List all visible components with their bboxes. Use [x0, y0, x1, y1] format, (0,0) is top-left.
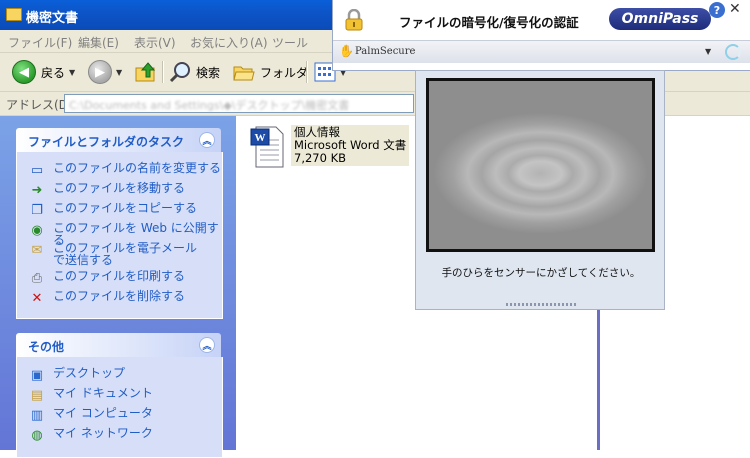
task-label: このファイルを削除する — [53, 289, 186, 303]
menu-edit[interactable]: 編集(E) — [78, 34, 119, 51]
task-move[interactable]: ➜ このファイルを移動する — [29, 182, 185, 198]
back-button[interactable]: ◀ 戻る ▼ — [12, 59, 75, 85]
forward-button[interactable]: ▶ ▼ — [88, 59, 122, 85]
forward-dropdown-icon[interactable]: ▼ — [116, 68, 122, 77]
omnipass-dialog-header: ファイルの暗号化/復号化の認証 OmniPass ? ✕ ✋ PalmSecur… — [332, 0, 750, 71]
up-folder-icon — [135, 62, 156, 82]
place-desktop[interactable]: ▣ デスクトップ — [29, 367, 125, 383]
task-label: このファイルを電子メールで送信する — [53, 241, 198, 267]
omnipass-brand: OmniPass — [621, 11, 699, 27]
sensor-dropdown-icon[interactable]: ▼ — [705, 47, 711, 56]
task-label: このファイルを印刷する — [53, 269, 186, 283]
menu-tools[interactable]: ツール — [272, 34, 308, 51]
toolbar-separator — [162, 61, 164, 83]
palm-scan-preview — [426, 78, 655, 252]
search-button[interactable]: 検索 — [168, 59, 220, 85]
task-label: このファイルをコピーする — [53, 201, 198, 215]
address-label: アドレス(D) — [6, 98, 73, 112]
progress-spinner-icon — [725, 44, 741, 60]
delete-icon: ✕ — [31, 290, 43, 306]
resize-grip[interactable] — [506, 303, 576, 306]
copy-icon: ❐ — [31, 202, 43, 218]
task-rename[interactable]: ▭ このファイルの名前を変更する — [29, 162, 221, 178]
forward-arrow-icon: ▶ — [88, 60, 112, 84]
padlock-icon — [345, 9, 363, 31]
file-size: 7,270 KB — [294, 151, 347, 165]
my-network-icon: ◍ — [31, 427, 43, 443]
scan-instruction: 手のひらをセンサーにかざしてください。 — [441, 267, 641, 279]
menu-file[interactable]: ファイル(F) — [8, 34, 72, 51]
place-my-documents[interactable]: ▤ マイ ドキュメント — [29, 387, 153, 403]
place-my-computer[interactable]: ▥ マイ コンピュータ — [29, 407, 153, 423]
other-places-title: その他 — [28, 340, 65, 354]
task-label: このファイルの名前を変更する — [53, 161, 222, 175]
sensor-selector[interactable]: ✋ PalmSecure ▼ — [333, 40, 750, 63]
rename-icon: ▭ — [30, 162, 44, 178]
other-places-panel: ▣ デスクトップ ▤ マイ ドキュメント ▥ マイ コンピュータ ◍ マイ ネットワーク — [16, 357, 223, 458]
word-document-icon: W — [250, 126, 284, 168]
place-my-network[interactable]: ◍ マイ ネットワーク — [29, 427, 153, 443]
toolbar-separator — [306, 61, 308, 83]
web-publish-icon: ◉ — [31, 222, 43, 238]
place-label: マイ ドキュメント — [53, 386, 153, 400]
collapse-chevron-icon[interactable]: ︽ — [199, 132, 215, 148]
place-label: マイ ネットワーク — [53, 426, 153, 440]
folders-button[interactable]: フォルダ — [232, 59, 308, 85]
menu-view[interactable]: 表示(V) — [134, 34, 176, 51]
window-title: 機密文書 — [26, 11, 79, 26]
back-dropdown-icon[interactable]: ▼ — [69, 68, 75, 77]
task-print[interactable]: ⎙ このファイルを印刷する — [29, 270, 185, 286]
palm-icon: ✋ — [339, 44, 354, 58]
file-folder-tasks-panel: ▭ このファイルの名前を変更する ➜ このファイルを移動する ❐ このファイルをコピー… — [16, 152, 223, 319]
collapse-chevron-icon[interactable]: ︽ — [199, 337, 215, 353]
up-folder-button[interactable] — [134, 59, 158, 85]
omnipass-title: ファイルの暗号化/復号化の認証 — [399, 15, 579, 30]
scan-image — [429, 81, 652, 249]
address-value: C:\Documents and Settings\◆\デスクトップ\機密文書 — [69, 99, 350, 112]
search-icon — [169, 62, 190, 83]
file-label: 個人情報 Microsoft Word 文書 7,270 KB — [291, 125, 410, 166]
back-arrow-icon: ◀ — [12, 60, 36, 84]
move-icon: ➜ — [31, 182, 43, 198]
close-icon[interactable]: ✕ — [729, 1, 741, 17]
print-icon: ⎙ — [31, 270, 43, 286]
file-folder-tasks-header[interactable]: ファイルとフォルダのタスク ︽ — [16, 128, 221, 152]
omnipass-logo: OmniPass — [609, 8, 711, 30]
task-copy[interactable]: ❐ このファイルをコピーする — [29, 202, 197, 218]
folders-label: フォルダ — [260, 65, 309, 80]
desktop-icon: ▣ — [30, 367, 44, 383]
folder-icon — [6, 8, 22, 21]
place-label: マイ コンピュータ — [53, 406, 153, 420]
back-label: 戻る — [41, 65, 66, 80]
search-label: 検索 — [196, 65, 221, 80]
place-label: デスクトップ — [53, 366, 126, 380]
task-pane: ファイルとフォルダのタスク ︽ ▭ このファイルの名前を変更する ➜ このファイルを… — [0, 116, 236, 458]
my-documents-icon: ▤ — [30, 387, 44, 403]
omnipass-dialog-body: 手のひらをセンサーにかざしてください。 — [415, 70, 665, 310]
task-label: このファイルを移動する — [53, 181, 186, 195]
svg-text:W: W — [255, 132, 266, 144]
divider-line — [597, 310, 600, 450]
email-icon: ✉ — [31, 242, 43, 258]
task-delete[interactable]: ✕ このファイルを削除する — [29, 290, 185, 306]
menu-favorites[interactable]: お気に入り(A) — [190, 34, 268, 51]
address-input[interactable]: C:\Documents and Settings\◆\デスクトップ\機密文書 — [64, 94, 414, 113]
folders-icon — [233, 66, 255, 81]
help-icon[interactable]: ? — [709, 2, 725, 18]
other-places-header[interactable]: その他 ︽ — [16, 333, 221, 357]
sensor-name: PalmSecure — [355, 46, 416, 57]
file-folder-tasks-title: ファイルとフォルダのタスク — [28, 135, 185, 149]
my-computer-icon: ▥ — [30, 407, 44, 423]
task-email[interactable]: ✉ このファイルを電子メールで送信する — [29, 242, 203, 266]
